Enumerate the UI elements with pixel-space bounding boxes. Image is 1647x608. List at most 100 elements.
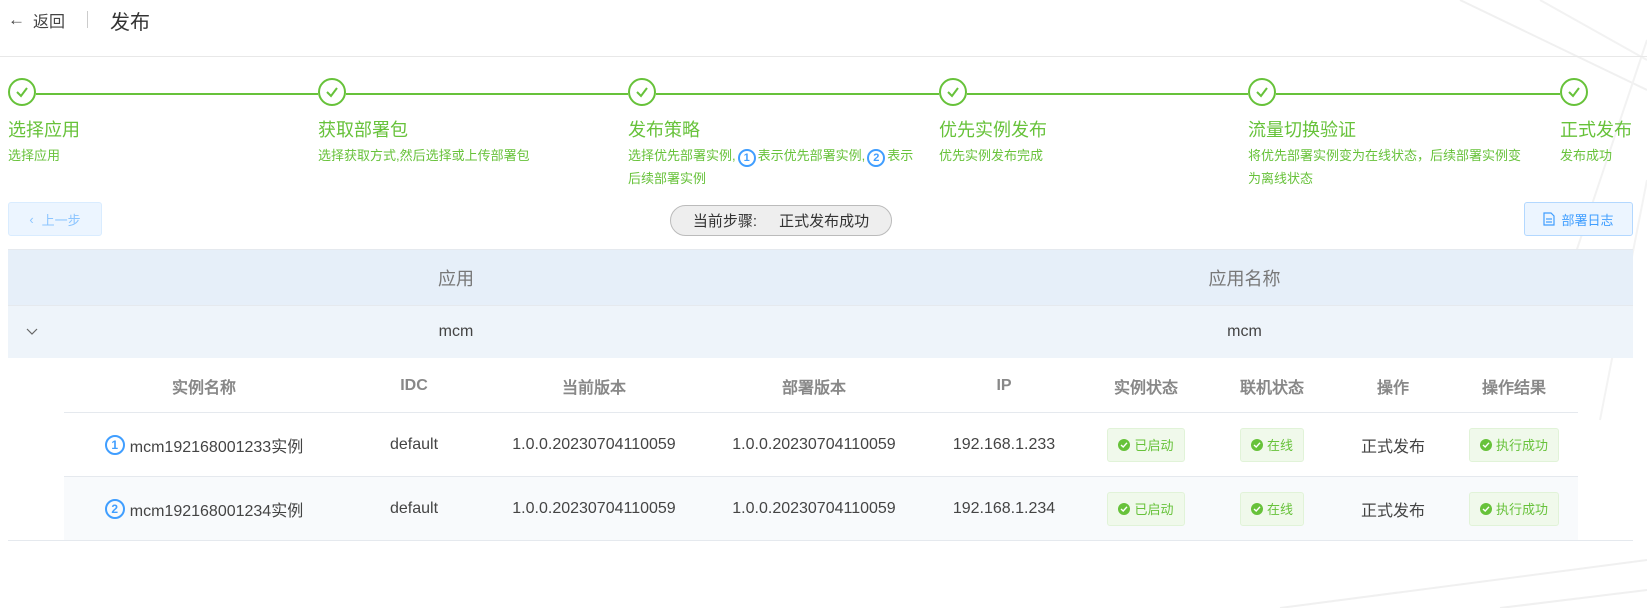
step-title: 发布策略 [628,120,700,140]
check-circle-icon [1250,438,1263,451]
check-icon [8,78,36,106]
table-row: 1 mcm192168001233实例 default 1.0.0.202307… [64,413,1578,477]
check-circle-icon [1479,502,1492,515]
step-title: 正式发布 [1560,120,1632,140]
column-header: 联机状态 [1239,379,1304,397]
status-text: 已启动 [1134,438,1174,453]
status-text: 已启动 [1134,502,1174,517]
instance-status-cell: 已启动 [1084,427,1208,462]
result-cell: 执行成功 [1450,491,1578,526]
app-table-header: 应用 应用名称 [8,249,1633,306]
chevron-down-icon [26,328,38,335]
check-circle-icon [1118,502,1131,515]
app-table: 应用 应用名称 mcm mcm [8,249,1633,358]
status-badge: 在线 [1239,427,1304,462]
steps-bar: 选择应用 选择应用 获取部署包 选择获取方式,然后选择或上传部署包 发布策略 选… [0,78,1647,190]
prev-step-label: 上一步 [41,212,81,228]
number-badge: 1 [737,149,756,167]
instance-table: 实例名称 IDC 当前版本 部署版本 IP 实例状态 联机状态 操作 操作结果 … [64,359,1578,541]
step-title: 流量切换验证 [1248,120,1356,140]
step-connector [36,93,318,95]
back-button[interactable]: ← 返回 [8,8,65,32]
header-divider [87,11,88,28]
step-desc-part: 表示优先部署实例, [757,148,866,163]
check-icon [628,78,656,106]
app-name-cell: mcm [1227,323,1262,340]
instance-name-cell: 1 mcm192168001233实例 [64,433,344,457]
deploy-version-cell: 1.0.0.20230704110059 [732,435,896,453]
number-badge: 2 [104,498,125,519]
instance-name-cell: 2 mcm192168001234实例 [64,497,344,521]
column-header: 部署版本 [781,379,846,397]
status-badge: 已启动 [1107,491,1185,526]
step-desc: 选择优先部署实例, 1 表示优先部署实例, 2 表示后续部署实例 [628,144,918,190]
step-connector [346,93,628,95]
step-desc: 选择应用 [8,148,61,163]
table-row: 2 mcm192168001234实例 default 1.0.0.202307… [64,477,1578,541]
chevron-left-icon: ‹ [29,211,34,227]
check-circle-icon [1118,438,1131,451]
step-connector [656,93,939,95]
instance-status-cell: 已启动 [1084,491,1208,526]
column-header: 操作 [1376,379,1409,397]
back-label: 返回 [33,14,66,31]
column-header: IDC [400,376,428,394]
column-header-app-name: 应用名称 [1208,268,1281,289]
table-row[interactable]: mcm mcm [8,306,1633,358]
status-text: 执行成功 [1495,502,1548,517]
status-text: 执行成功 [1495,438,1548,453]
idc-cell: default [389,499,439,517]
ip-cell: 192.168.1.233 [952,435,1056,453]
arrow-left-icon: ← [8,10,25,29]
current-version-cell: 1.0.0.20230704110059 [512,499,676,517]
prev-step-button[interactable]: ‹ 上一步 [8,202,102,236]
idc-cell: default [389,435,439,453]
ip-cell: 192.168.1.234 [952,499,1056,517]
check-icon [939,78,967,106]
app-cell: mcm [438,323,474,340]
step-title: 选择应用 [8,120,80,140]
column-header: IP [996,376,1012,394]
instance-table-header: 实例名称 IDC 当前版本 部署版本 IP 实例状态 联机状态 操作 操作结果 [64,359,1578,413]
status-badge: 执行成功 [1468,427,1559,462]
deploy-version-cell: 1.0.0.20230704110059 [732,499,896,517]
step-title: 获取部署包 [318,120,408,140]
instance-name: mcm192168001234实例 [129,502,304,520]
operation-cell: 正式发布 [1360,502,1425,520]
page-title: 发布 [110,12,150,34]
column-header: 实例状态 [1113,379,1178,397]
column-header: 操作结果 [1481,379,1546,397]
column-header-app: 应用 [438,268,474,289]
page-header: ← 返回 发布 [0,0,1647,57]
check-icon [318,78,346,106]
online-status-cell: 在线 [1208,427,1336,462]
status-badge: 在线 [1239,491,1304,526]
document-icon [1543,212,1556,226]
check-circle-icon [1479,438,1492,451]
number-badge: 1 [104,434,125,455]
step-desc: 发布成功 [1560,148,1613,163]
operation-cell: 正式发布 [1360,438,1425,456]
current-step-label: 当前步骤: [692,213,758,230]
deploy-log-label: 部署日志 [1561,212,1614,228]
current-step-value: 正式发布成功 [779,213,870,230]
instance-name: mcm192168001233实例 [129,438,304,456]
current-version-cell: 1.0.0.20230704110059 [512,435,676,453]
column-header: 实例名称 [171,379,236,397]
check-icon [1248,78,1276,106]
deploy-log-button[interactable]: 部署日志 [1524,202,1633,236]
table-bottom-border [8,540,1633,541]
result-cell: 执行成功 [1450,427,1578,462]
status-text: 在线 [1266,502,1293,517]
expand-toggle[interactable] [8,328,56,336]
check-icon [1560,78,1588,106]
step-connector [967,93,1248,95]
step-desc: 优先实例发布完成 [939,148,1044,163]
step-connector [1276,93,1560,95]
current-step-indicator: 当前步骤: 正式发布成功 [670,205,892,236]
status-text: 在线 [1266,438,1293,453]
number-badge: 2 [867,149,886,167]
step-desc-part: 选择优先部署实例, [628,148,736,163]
check-circle-icon [1250,502,1263,515]
online-status-cell: 在线 [1208,491,1336,526]
